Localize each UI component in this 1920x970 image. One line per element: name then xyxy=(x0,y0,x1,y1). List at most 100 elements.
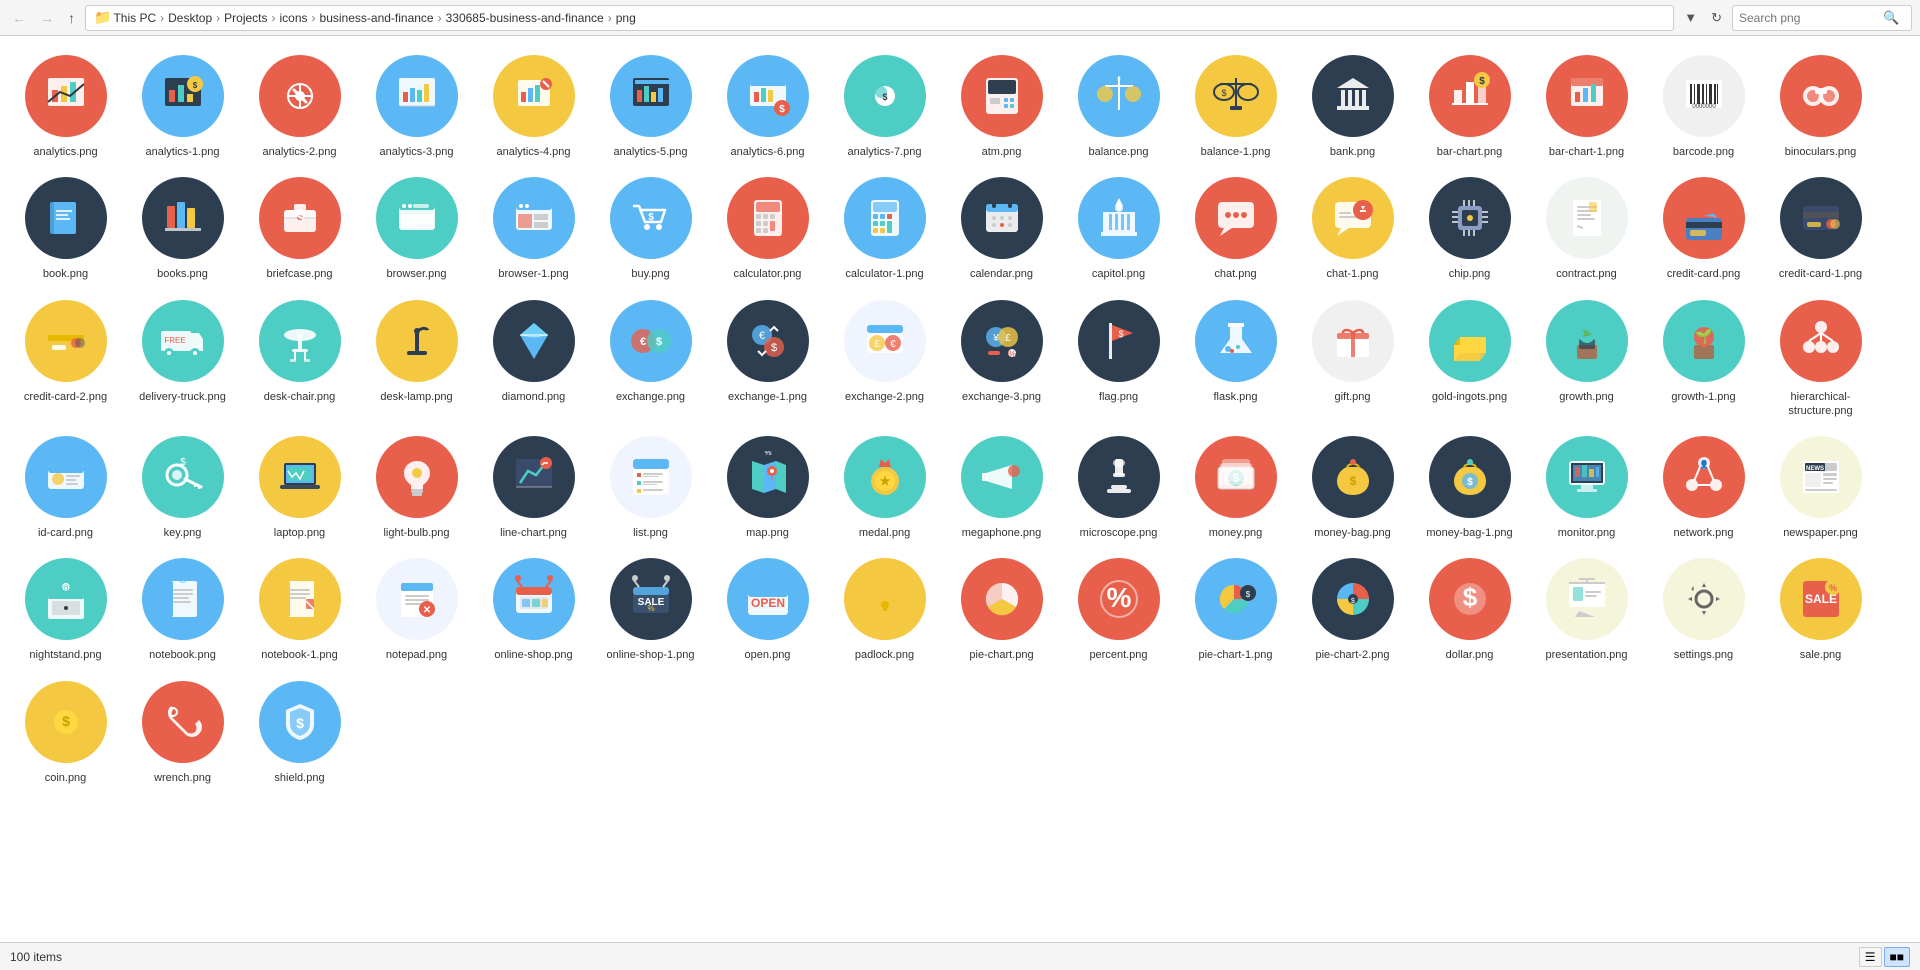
file-item[interactable]: capitol.png xyxy=(1061,166,1176,286)
up-button[interactable]: ↑ xyxy=(64,8,79,28)
file-item[interactable]: £€exchange-2.png xyxy=(827,289,942,424)
file-item[interactable]: $analytics-1.png xyxy=(125,44,240,164)
file-item[interactable]: calendar.png xyxy=(944,166,1059,286)
file-item[interactable]: credit-card-1.png xyxy=(1763,166,1878,286)
file-item[interactable]: @notebook.png xyxy=(125,547,240,667)
file-item[interactable]: %map.png xyxy=(710,425,825,545)
file-item[interactable]: analytics-2.png xyxy=(242,44,357,164)
file-item[interactable]: laptop.png xyxy=(242,425,357,545)
file-item[interactable]: %percent.png xyxy=(1061,547,1176,667)
file-item[interactable]: SALE%online-shop-1.png xyxy=(593,547,708,667)
file-item[interactable]: contract.png xyxy=(1529,166,1644,286)
back-button[interactable]: ← xyxy=(8,8,30,28)
file-item[interactable]: ★medal.png xyxy=(827,425,942,545)
file-item[interactable]: desk-chair.png xyxy=(242,289,357,424)
icon-wrapper: @ xyxy=(21,554,111,644)
path-part-7: png xyxy=(616,11,636,25)
file-item[interactable]: notebook-1.png xyxy=(242,547,357,667)
file-name-label: exchange-3.png xyxy=(962,390,1041,404)
file-item[interactable]: ▲balance.png xyxy=(1061,44,1176,164)
file-item[interactable]: $pie-chart-1.png xyxy=(1178,547,1293,667)
grid-view-button[interactable]: ■■ xyxy=(1884,947,1911,967)
file-name-label: bank.png xyxy=(1330,145,1375,159)
file-item[interactable]: 👤network.png xyxy=(1646,425,1761,545)
file-item[interactable]: $analytics-6.png xyxy=(710,44,825,164)
file-item[interactable]: pie-chart.png xyxy=(944,547,1059,667)
file-item[interactable]: $shield.png xyxy=(242,670,357,790)
file-item[interactable]: credit-card.png xyxy=(1646,166,1761,286)
refresh-button[interactable]: ↻ xyxy=(1707,8,1726,28)
file-item[interactable]: @nightstand.png xyxy=(8,547,123,667)
file-item[interactable]: analytics-3.png xyxy=(359,44,474,164)
file-item[interactable]: list.png xyxy=(593,425,708,545)
recent-locations-button[interactable]: ▼ xyxy=(1680,8,1701,27)
file-item[interactable]: SALE%sale.png xyxy=(1763,547,1878,667)
file-item[interactable]: $bar-chart.png xyxy=(1412,44,1527,164)
file-item[interactable]: monitor.png xyxy=(1529,425,1644,545)
file-item[interactable]: $coin.png xyxy=(8,670,123,790)
address-path[interactable]: 📁 This PC › Desktop › Projects › icons ›… xyxy=(85,5,1674,31)
file-item[interactable]: line-chart.png xyxy=(476,425,591,545)
file-item[interactable]: gift.png xyxy=(1295,289,1410,424)
file-item[interactable]: desk-lamp.png xyxy=(359,289,474,424)
file-item[interactable]: €$exchange-1.png xyxy=(710,289,825,424)
file-item[interactable]: $balance-1.png xyxy=(1178,44,1293,164)
icon-circle: $ xyxy=(1312,436,1394,518)
file-item[interactable]: diamond.png xyxy=(476,289,591,424)
icon-wrapper xyxy=(1542,296,1632,386)
file-item[interactable]: ¥£%exchange-3.png xyxy=(944,289,1059,424)
file-item[interactable]: atm.png xyxy=(944,44,1059,164)
file-item[interactable]: megaphone.png xyxy=(944,425,1059,545)
search-input[interactable] xyxy=(1739,11,1879,25)
file-item[interactable]: wrench.png xyxy=(125,670,240,790)
file-item[interactable]: $dollar.png xyxy=(1412,547,1527,667)
file-item[interactable]: online-shop.png xyxy=(476,547,591,667)
file-item[interactable]: flask.png xyxy=(1178,289,1293,424)
file-item[interactable]: FREEdelivery-truck.png xyxy=(125,289,240,424)
file-item[interactable]: calculator-1.png xyxy=(827,166,942,286)
file-item[interactable]: NEWSnewspaper.png xyxy=(1763,425,1878,545)
file-item[interactable]: $briefcase.png xyxy=(242,166,357,286)
file-name-label: balance-1.png xyxy=(1201,145,1271,159)
file-item[interactable]: $buy.png xyxy=(593,166,708,286)
file-item[interactable]: binoculars.png xyxy=(1763,44,1878,164)
forward-button[interactable]: → xyxy=(36,8,58,28)
file-item[interactable]: $flag.png xyxy=(1061,289,1176,424)
file-item[interactable]: $pie-chart-2.png xyxy=(1295,547,1410,667)
file-item[interactable]: bar-chart-1.png xyxy=(1529,44,1644,164)
file-item[interactable]: book.png xyxy=(8,166,123,286)
file-item[interactable]: presentation.png xyxy=(1529,547,1644,667)
file-item[interactable]: gold-ingots.png xyxy=(1412,289,1527,424)
file-item[interactable]: analytics.png xyxy=(8,44,123,164)
file-item[interactable]: chat-1.png xyxy=(1295,166,1410,286)
file-item[interactable]: light-bulb.png xyxy=(359,425,474,545)
file-item[interactable]: browser-1.png xyxy=(476,166,591,286)
file-item[interactable]: 0000000barcode.png xyxy=(1646,44,1761,164)
file-item[interactable]: 🌱growth-1.png xyxy=(1646,289,1761,424)
file-item[interactable]: calculator.png xyxy=(710,166,825,286)
file-item[interactable]: $$money-bag-1.png xyxy=(1412,425,1527,545)
file-item[interactable]: OPENopen.png xyxy=(710,547,825,667)
file-item[interactable]: $key.png xyxy=(125,425,240,545)
file-item[interactable]: $padlock.png xyxy=(827,547,942,667)
file-item[interactable]: hierarchical-structure.png xyxy=(1763,289,1878,424)
file-item[interactable]: $money.png xyxy=(1178,425,1293,545)
file-item[interactable]: €$exchange.png xyxy=(593,289,708,424)
file-item[interactable]: browser.png xyxy=(359,166,474,286)
file-item[interactable]: growth.png xyxy=(1529,289,1644,424)
file-item[interactable]: microscope.png xyxy=(1061,425,1176,545)
file-item[interactable]: id-card.png xyxy=(8,425,123,545)
file-item[interactable]: chip.png xyxy=(1412,166,1527,286)
file-item[interactable]: bank.png xyxy=(1295,44,1410,164)
file-item[interactable]: $analytics-7.png xyxy=(827,44,942,164)
file-item[interactable]: books.png xyxy=(125,166,240,286)
file-item[interactable]: analytics-4.png xyxy=(476,44,591,164)
file-item[interactable]: ✕notepad.png xyxy=(359,547,474,667)
icon-circle xyxy=(259,300,341,382)
file-item[interactable]: analytics-5.png xyxy=(593,44,708,164)
file-item[interactable]: settings.png xyxy=(1646,547,1761,667)
file-item[interactable]: chat.png xyxy=(1178,166,1293,286)
file-item[interactable]: $money-bag.png xyxy=(1295,425,1410,545)
file-item[interactable]: credit-card-2.png xyxy=(8,289,123,424)
details-view-button[interactable]: ☰ xyxy=(1859,947,1882,967)
